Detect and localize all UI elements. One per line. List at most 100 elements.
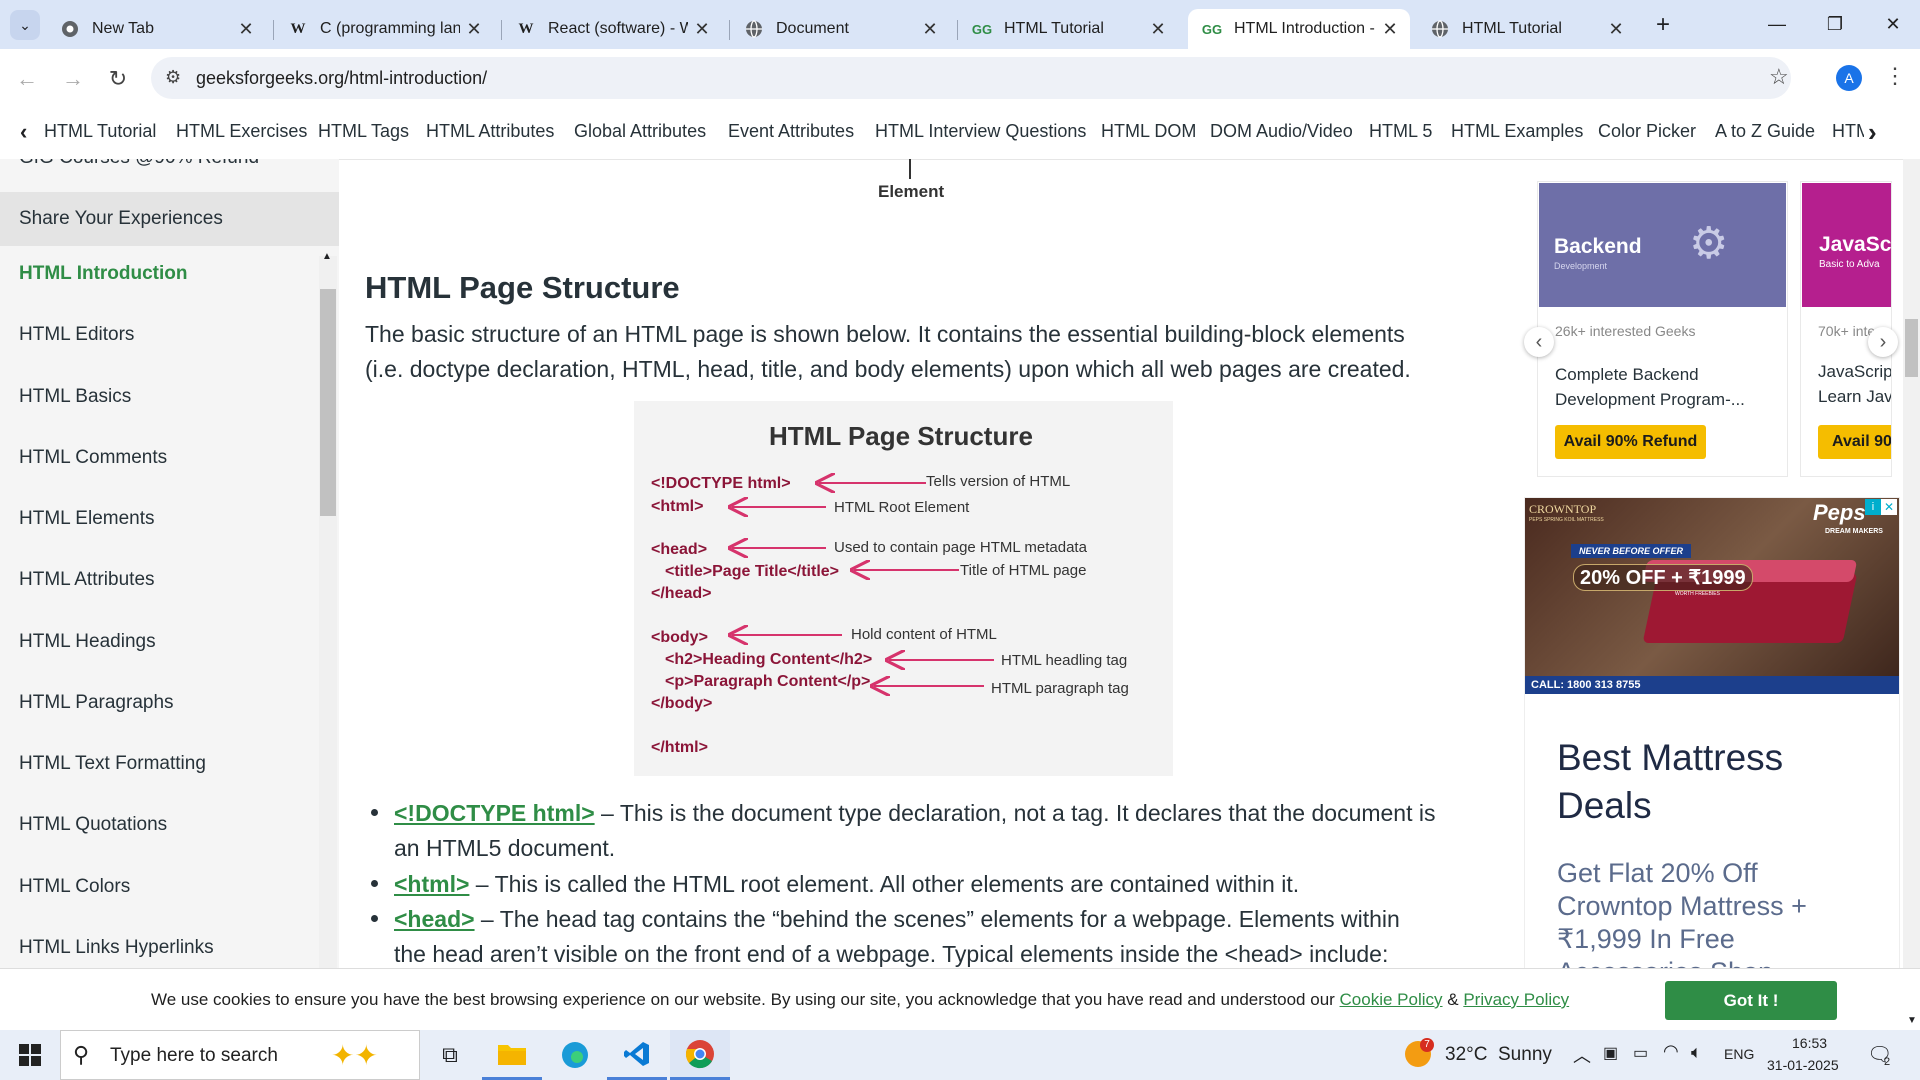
clock-time[interactable]: 16:53 (1792, 1035, 1827, 1051)
profile-avatar[interactable]: A (1836, 65, 1862, 91)
ad-info-icon[interactable]: i (1865, 499, 1881, 515)
nav-interview-questions[interactable]: HTML Interview Questions (875, 121, 1086, 142)
url-text[interactable]: geeksforgeeks.org/html-introduction/ (196, 68, 487, 89)
nav-html-exercises[interactable]: HTML Exercises (176, 121, 307, 142)
site-settings-icon[interactable]: ⚙ (165, 67, 181, 88)
sidebar-item-html-basics[interactable]: HTML Basics (19, 386, 131, 408)
avail-refund-button[interactable]: Avail 90% Refund (1555, 425, 1706, 459)
new-tab-button[interactable]: + (1648, 10, 1678, 40)
forward-button[interactable]: → (55, 61, 91, 97)
tab-new-tab[interactable]: New Tab ✕ (46, 9, 266, 49)
cookie-policy-link[interactable]: Cookie Policy (1340, 990, 1443, 1009)
sidebar-item-html-elements[interactable]: HTML Elements (19, 508, 155, 530)
doctype-link[interactable]: <!DOCTYPE html> (394, 800, 595, 826)
sidebar-item-html-comments[interactable]: HTML Comments (19, 447, 167, 469)
nav-global-attributes[interactable]: Global Attributes (574, 121, 706, 142)
back-button[interactable]: ← (9, 61, 45, 97)
close-icon[interactable]: ✕ (460, 19, 488, 40)
sidebar-item-html-links[interactable]: HTML Links Hyperlinks (19, 937, 214, 959)
reload-button[interactable]: ↻ (100, 61, 136, 97)
tab-title: C (programming language) - W (320, 20, 460, 37)
tab-html-introduction[interactable]: GG HTML Introduction - GeeksforGeeks ✕ (1188, 9, 1410, 49)
close-icon[interactable]: ✕ (1602, 19, 1630, 40)
clock-date[interactable]: 31-01-2025 (1767, 1057, 1839, 1073)
label-body: Hold content of HTML (851, 626, 997, 643)
wifi-icon[interactable]: ◠ (1663, 1041, 1679, 1062)
restore-button[interactable]: ❐ (1806, 0, 1864, 49)
task-view-button[interactable]: ⧉ (420, 1030, 480, 1080)
tab-title: HTML Tutorial (1004, 20, 1104, 37)
page-scrollbar[interactable] (1903, 159, 1920, 968)
scroll-up-icon[interactable]: ▲ (322, 251, 332, 262)
nav-color-picker[interactable]: Color Picker (1598, 121, 1696, 142)
privacy-policy-link[interactable]: Privacy Policy (1463, 990, 1569, 1009)
close-window-button[interactable]: ✕ (1864, 0, 1920, 49)
address-bar[interactable]: ⚙ geeksforgeeks.org/html-introduction/ ☆ (151, 57, 1791, 99)
battery-icon[interactable]: ▭ (1633, 1043, 1648, 1063)
tab-html-tutorial-2[interactable]: HTML Tutorial ✕ (1416, 9, 1636, 49)
notification-count: 2 (1884, 1056, 1891, 1068)
sidebar-item-html-headings[interactable]: HTML Headings (19, 631, 156, 653)
sidebar-item-html-colors[interactable]: HTML Colors (19, 876, 130, 898)
mattress-ad[interactable]: CROWNTOP PEPS SPRING KOIL MATTRESS Peps … (1524, 497, 1900, 970)
head-link[interactable]: <head> (394, 906, 475, 932)
file-explorer-button[interactable] (482, 1030, 542, 1080)
close-icon[interactable]: ✕ (1144, 19, 1172, 40)
tab-search-button[interactable]: ⌄ (10, 10, 40, 40)
page-scrollbar-thumb[interactable] (1905, 319, 1918, 377)
tab-document[interactable]: Document ✕ (730, 9, 950, 49)
nav-html-examples[interactable]: HTML Examples (1451, 121, 1583, 142)
sidebar-item-courses[interactable]: GfG Courses @90% Refund (19, 159, 259, 169)
taskbar-search[interactable]: ⚲ Type here to search ✦✦ (60, 1030, 420, 1080)
close-icon[interactable]: ✕ (1376, 19, 1404, 40)
chevron-left-icon[interactable]: ‹ (20, 119, 27, 145)
chevron-up-icon[interactable]: ︿ (1573, 1042, 1591, 1068)
minimize-button[interactable]: — (1748, 0, 1806, 49)
chrome-button[interactable] (670, 1030, 730, 1080)
sidebar-item-html-editors[interactable]: HTML Editors (19, 324, 134, 346)
sidebar-item-html-paragraphs[interactable]: HTML Paragraphs (19, 692, 174, 714)
carousel-prev-button[interactable]: ‹ (1524, 327, 1554, 357)
sidebar-item-html-quotations[interactable]: HTML Quotations (19, 814, 167, 836)
got-it-button[interactable]: Got It ! (1665, 981, 1837, 1020)
tab-c-language[interactable]: W C (programming language) - W ✕ (274, 9, 494, 49)
avail-refund-button[interactable]: Avail 90 (1818, 425, 1891, 459)
ad-offer: 20% OFF + ₹1999 (1573, 564, 1753, 591)
carousel-next-button[interactable]: › (1868, 327, 1898, 357)
label-head: Used to contain page HTML metadata (834, 539, 1087, 556)
close-icon[interactable]: ✕ (688, 19, 716, 40)
volume-icon[interactable]: 🔈︎ (1691, 1042, 1702, 1063)
nav-event-attributes[interactable]: Event Attributes (728, 121, 854, 142)
language-indicator[interactable]: ENG (1724, 1046, 1754, 1062)
html-link[interactable]: <html> (394, 871, 469, 897)
nav-html5[interactable]: HTML 5 (1369, 121, 1432, 142)
nav-html-attributes[interactable]: HTML Attributes (426, 121, 554, 142)
chrome-icon (685, 1039, 714, 1068)
sidebar-item-html-attributes[interactable]: HTML Attributes (19, 569, 155, 591)
nav-dom-audio-video[interactable]: DOM Audio/Video (1210, 121, 1353, 142)
meet-icon[interactable]: ▣ (1603, 1043, 1618, 1063)
star-icon[interactable]: ☆ (1769, 64, 1789, 90)
tab-html-tutorial[interactable]: GG HTML Tutorial ✕ (958, 9, 1178, 49)
nav-a-to-z-guide[interactable]: A to Z Guide (1715, 121, 1815, 142)
tab-react[interactable]: W React (software) - Wikipedia ✕ (502, 9, 722, 49)
sidebar-item-html-text-formatting[interactable]: HTML Text Formatting (19, 753, 206, 775)
sidebar-item-html-introduction[interactable]: HTML Introduction (19, 263, 188, 285)
vscode-button[interactable] (607, 1030, 667, 1080)
menu-icon[interactable]: ⋮ (1884, 63, 1906, 89)
edge-button[interactable] (545, 1030, 605, 1080)
share-experiences-button[interactable]: Share Your Experiences (0, 192, 339, 246)
sidebar-scrollbar-thumb[interactable] (320, 289, 336, 516)
close-icon[interactable]: ✕ (916, 19, 944, 40)
nav-html-dom[interactable]: HTML DOM (1101, 121, 1196, 142)
scroll-down-icon[interactable]: ▼ (1907, 1015, 1917, 1026)
nav-html-more[interactable]: HTML (1832, 121, 1868, 142)
nav-html-tags[interactable]: HTML Tags (318, 121, 409, 142)
vscode-icon (624, 1041, 649, 1066)
course-card-backend[interactable]: Backend Development ⚙ 26k+ interested Ge… (1537, 181, 1788, 477)
start-button[interactable] (0, 1030, 60, 1080)
ad-close-icon[interactable]: ✕ (1881, 499, 1897, 515)
close-icon[interactable]: ✕ (232, 19, 260, 40)
chevron-right-icon[interactable]: › (1864, 117, 1881, 148)
nav-html-tutorial[interactable]: HTML Tutorial (44, 121, 156, 142)
